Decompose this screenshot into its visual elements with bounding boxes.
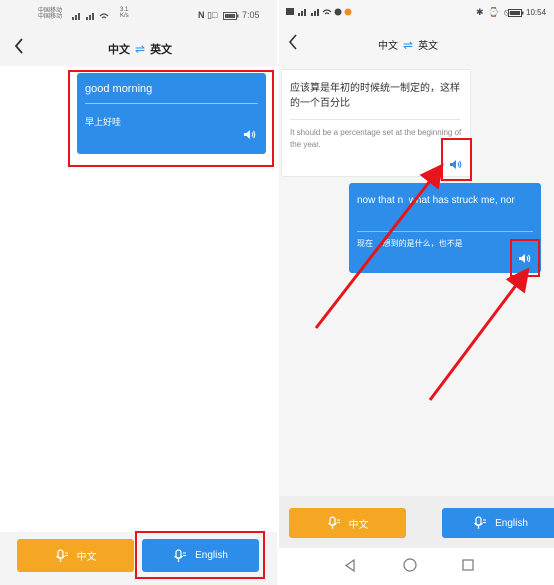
- microphone-icon: [55, 548, 68, 562]
- back-icon[interactable]: [14, 38, 24, 54]
- swap-icon[interactable]: ⇌: [403, 38, 413, 52]
- source-language: 中文: [378, 41, 398, 52]
- status-left-icons: [286, 8, 352, 16]
- swap-icon[interactable]: ⇌: [135, 42, 145, 56]
- chinese-button-label: 中文: [76, 552, 97, 563]
- language-pair-title[interactable]: 中文 ⇌ 英文: [108, 41, 172, 57]
- highlight-box-left-bubble: [68, 70, 274, 167]
- source-language: 中文: [108, 44, 130, 56]
- signal-icon: [72, 13, 109, 20]
- target-language: 英文: [418, 41, 439, 52]
- top-nav: 中文 ⇌ 英文: [279, 25, 554, 63]
- target-language: 英文: [150, 44, 173, 56]
- language-pair-title[interactable]: 中文 ⇌ 英文: [378, 37, 439, 53]
- clock: 10:54: [526, 8, 547, 17]
- conversation-area: 应该算是年初的时候统一制定的，这样的一个百分比 It should be a p…: [279, 63, 554, 496]
- original-text: 应该算是年初的时候统一制定的，这样的一个百分比: [290, 83, 460, 109]
- clock: 7:05: [242, 10, 260, 20]
- carrier-label: 中国移动 中国移动: [38, 8, 63, 20]
- english-mic-button[interactable]: English: [442, 508, 554, 538]
- microphone-icon: [474, 516, 487, 529]
- back-icon[interactable]: [288, 34, 298, 50]
- chinese-mic-button[interactable]: 中文: [17, 539, 134, 572]
- microphone-icon: [327, 516, 340, 529]
- bubble-divider: [290, 119, 460, 120]
- system-nav-bar: [279, 548, 554, 585]
- status-bar: ✱ ⌚ ⦸ 10:54: [279, 0, 554, 28]
- net-speed: 3.1 K/s: [120, 7, 129, 19]
- nfc-vibrate-icons: N ▯□: [198, 10, 218, 20]
- highlight-box-speaker-1: [441, 138, 472, 181]
- english-button-label: English: [495, 517, 528, 529]
- status-right-icons: ✱ ⌚ ⦸: [476, 7, 511, 17]
- highlight-box-speaker-2: [510, 239, 540, 277]
- translated-text: 现在 想到的是什么，也不是: [357, 239, 463, 248]
- right-phone-screen: ✱ ⌚ ⦸ 10:54 中文 ⇌ 英文 应该算是年初的时候统一制定的，这样的一个…: [279, 0, 554, 585]
- status-bar: 中国移动 中国移动 3.1 K/s N ▯□ 7:05: [0, 0, 277, 28]
- battery-icon: [223, 12, 239, 20]
- chinese-button-label: 中文: [348, 519, 369, 531]
- nav-back-triangle-icon[interactable]: [344, 559, 356, 572]
- nav-home-circle-icon[interactable]: [403, 558, 417, 572]
- battery-icon: [508, 9, 524, 17]
- chinese-mic-button[interactable]: 中文: [289, 508, 406, 538]
- bubble-divider: [357, 231, 533, 232]
- top-nav: 中文 ⇌ 英文: [0, 28, 277, 66]
- translated-text: It should be a percentage set at the beg…: [290, 128, 462, 149]
- original-text: now that n what has struck me, nor: [357, 195, 515, 206]
- nav-recents-square-icon[interactable]: [462, 559, 474, 571]
- highlight-box-english-button: [135, 531, 265, 579]
